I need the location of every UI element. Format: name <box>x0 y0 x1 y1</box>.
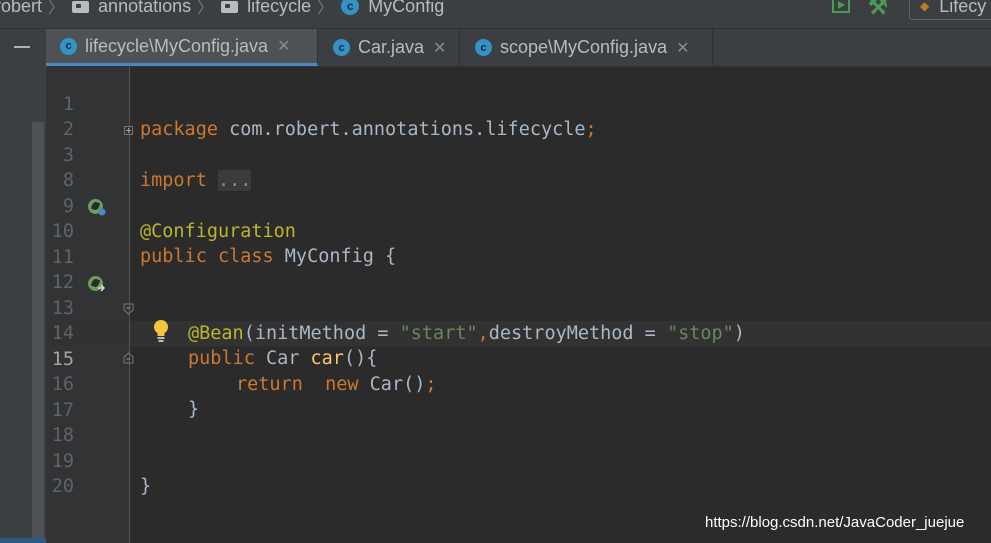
class-icon: c <box>341 0 360 15</box>
breadcrumb: robert 〉 annotations 〉 lifecycle 〉 c MyC… <box>0 0 444 18</box>
left-status-strip <box>0 538 46 543</box>
code-line[interactable]: 14 public Car car(){ <box>46 296 991 369</box>
fold-end-icon[interactable] <box>123 352 134 364</box>
fold-expand-icon[interactable] <box>124 126 133 135</box>
code-line[interactable]: 20 <box>46 449 991 497</box>
navigate-arrow-icon <box>98 284 106 292</box>
tab-label: Car.java <box>358 37 425 57</box>
code-line[interactable]: 12 <box>46 245 991 293</box>
tab-label: scope\MyConfig.java <box>500 37 668 57</box>
run-configuration-selector[interactable]: ◆ Lifecy <box>909 0 991 20</box>
class-icon: c <box>475 39 492 56</box>
tab-car-java[interactable]: c Car.java ✕ <box>319 29 460 66</box>
breadcrumb-item-myconfig[interactable]: c MyConfig <box>341 0 444 17</box>
class-icon: c <box>60 37 77 55</box>
breadcrumb-separator: 〉 <box>197 0 214 17</box>
breadcrumb-separator: 〉 <box>317 0 334 17</box>
run-config-icon: ◆ <box>920 0 930 13</box>
breadcrumb-label: robert <box>0 0 43 16</box>
line-number: 20 <box>51 476 74 497</box>
package-icon <box>72 1 90 13</box>
breadcrumb-label: annotations <box>98 0 192 16</box>
code-line[interactable]: 9 @Configuration <box>46 169 991 242</box>
run-config-label: Lifecy <box>939 0 987 16</box>
close-icon[interactable]: ✕ <box>433 38 446 58</box>
code-line[interactable]: 2 <box>46 92 991 140</box>
tab-scope-myconfig[interactable]: c scope\MyConfig.java ✕ <box>461 29 713 66</box>
code-line[interactable]: 17 <box>46 373 991 421</box>
breadcrumb-label: MyConfig <box>368 0 445 16</box>
lightbulb-intention-icon[interactable] <box>152 319 170 343</box>
code-line[interactable]: 8 <box>46 143 991 191</box>
code-line[interactable]: 11 <box>46 220 991 268</box>
close-icon[interactable]: ✕ <box>676 38 689 58</box>
left-panel-scrollbar[interactable] <box>32 122 44 543</box>
class-icon: c <box>333 39 350 56</box>
tab-label: lifecycle\MyConfig.java <box>85 35 269 56</box>
code-line-current[interactable]: 15 return new Car(); <box>46 322 991 395</box>
code-line[interactable]: 10 public class MyConfig { <box>46 194 991 267</box>
code-line[interactable]: 13 @Bean(initMethod = "start",destroyMet… <box>46 271 991 344</box>
navigation-bar: robert 〉 annotations 〉 lifecycle 〉 c MyC… <box>0 0 991 29</box>
breadcrumb-separator: 〉 <box>48 0 65 17</box>
code-token-brace: } <box>140 476 152 497</box>
breadcrumb-item-robert[interactable]: robert <box>0 0 42 17</box>
watermark-url: https://blog.csdn.net/JavaCoder_juejue <box>705 514 965 531</box>
close-icon[interactable]: ✕ <box>277 36 290 56</box>
run-icon[interactable] <box>832 0 850 13</box>
collapse-icon[interactable] <box>14 46 30 48</box>
code-line[interactable]: 16 } <box>46 347 991 420</box>
code-line[interactable]: 1 package com.robert.annotations.lifecyc… <box>46 67 991 140</box>
breadcrumb-item-annotations[interactable]: annotations <box>72 0 191 17</box>
breadcrumb-item-lifecycle[interactable]: lifecycle <box>221 0 311 17</box>
code-line[interactable]: 3 import ... <box>46 118 991 191</box>
package-icon <box>221 1 239 13</box>
code-line[interactable]: 18 <box>46 398 991 446</box>
code-line[interactable]: 19 } <box>46 424 991 497</box>
editor-tab-bar: c lifecycle\MyConfig.java ✕ c Car.java ✕… <box>46 29 991 67</box>
navigate-arrow-icon <box>98 208 106 216</box>
fold-start-icon[interactable] <box>123 303 134 315</box>
tab-lifecycle-myconfig[interactable]: c lifecycle\MyConfig.java ✕ <box>46 29 318 66</box>
build-hammer-icon[interactable]: ⚒ <box>868 0 888 20</box>
breadcrumb-label: lifecycle <box>247 0 312 16</box>
